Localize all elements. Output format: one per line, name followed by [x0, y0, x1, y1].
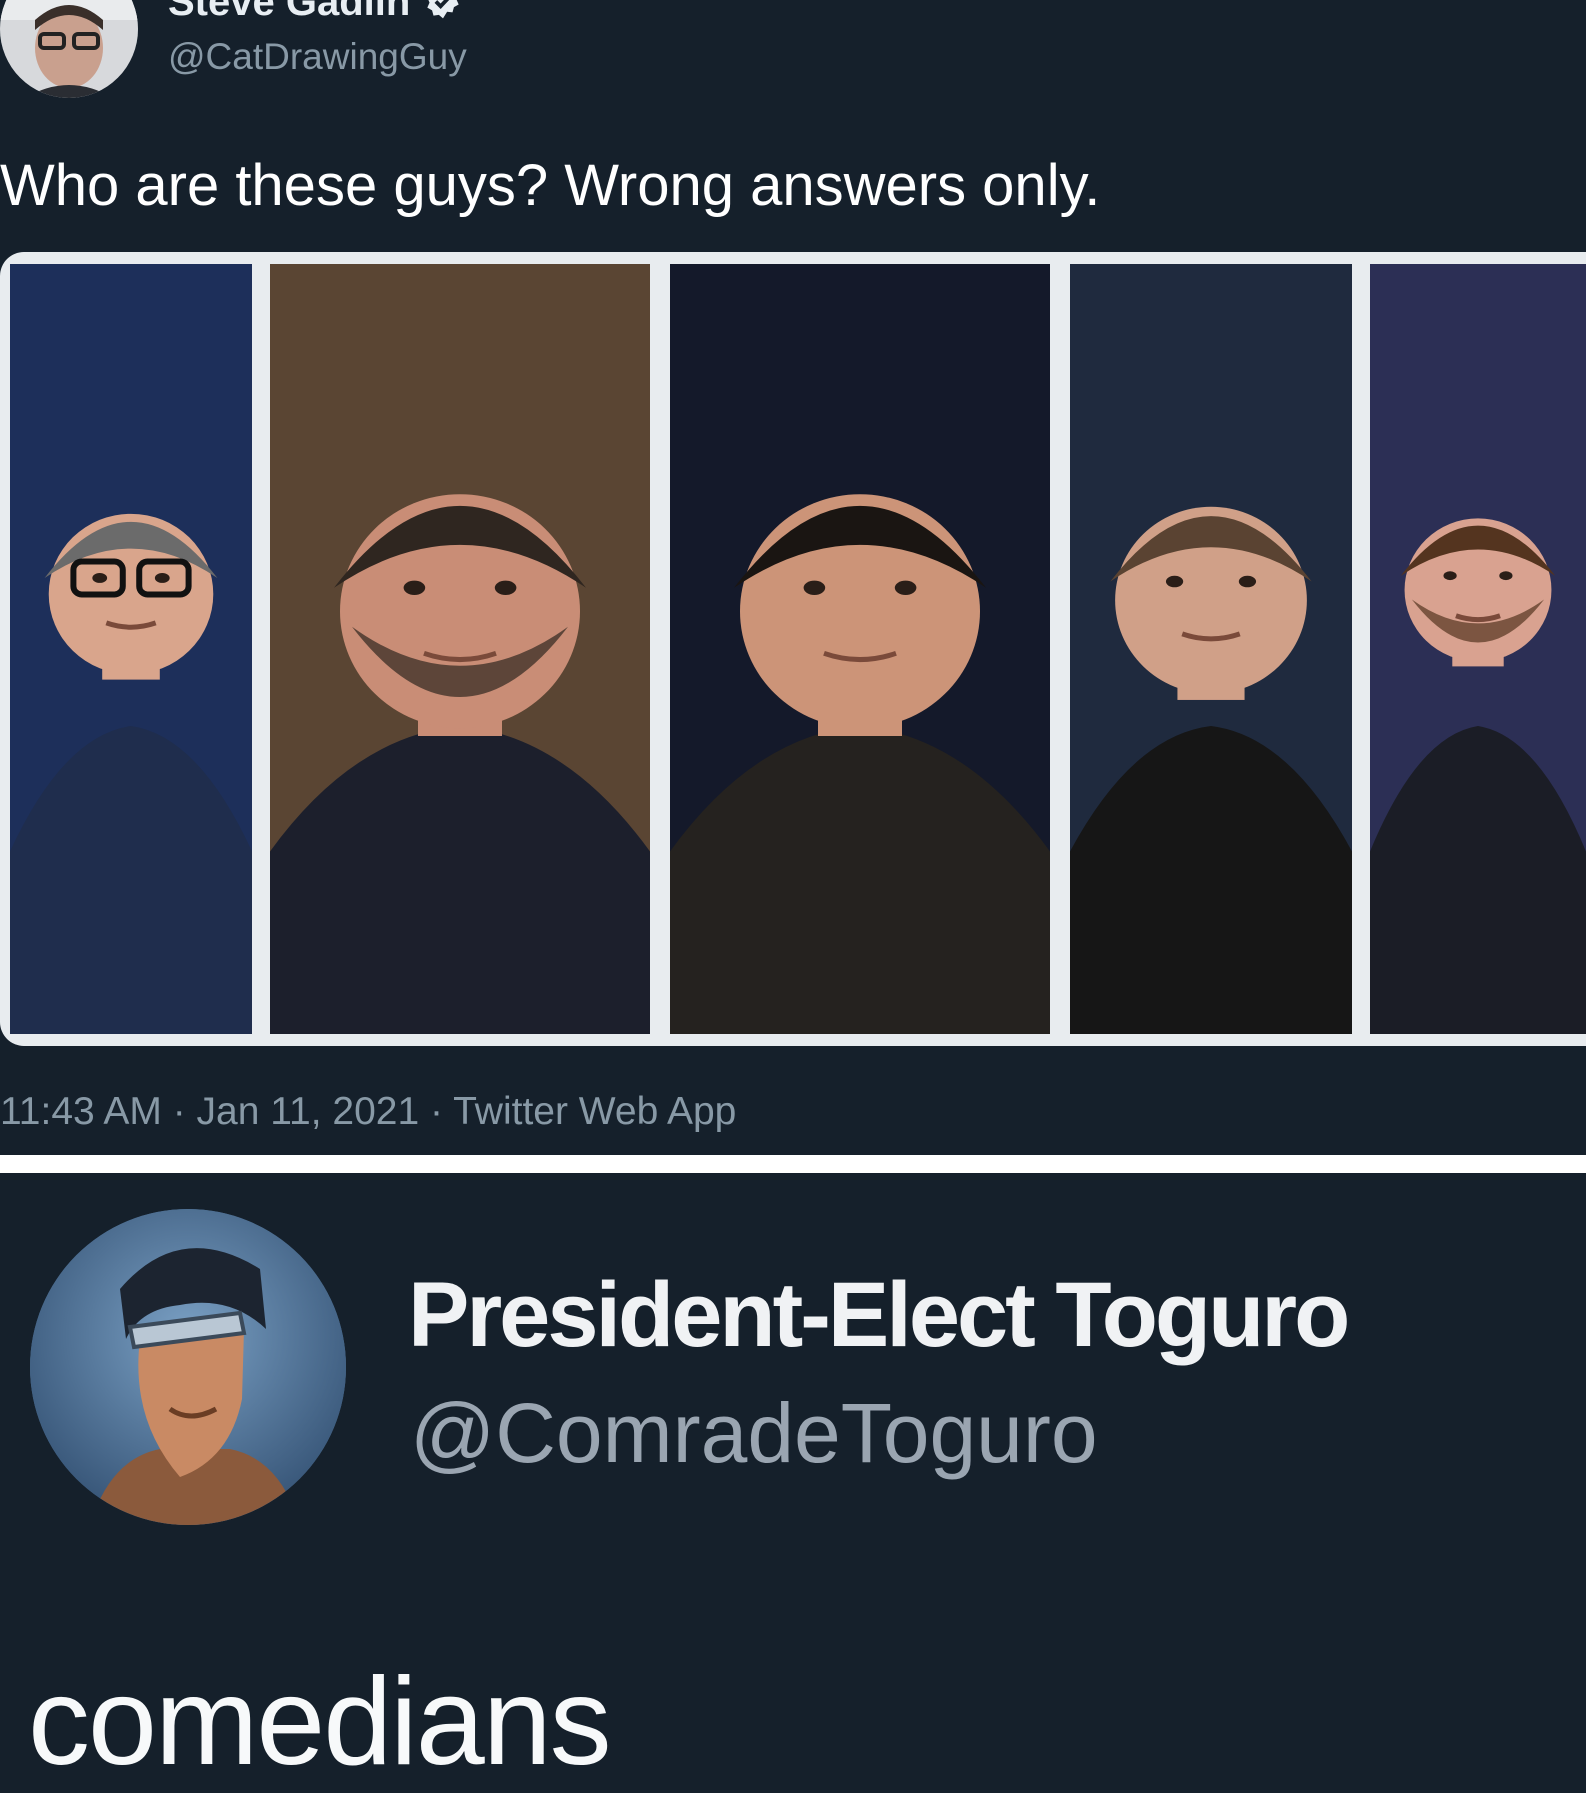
divider — [0, 1155, 1586, 1173]
portrait-eye-left — [92, 573, 108, 583]
portrait-image — [1070, 264, 1352, 1034]
portrait-image — [10, 264, 252, 1034]
verified-badge-icon — [427, 0, 459, 19]
photo-5[interactable] — [1370, 264, 1586, 1034]
photo-3[interactable] — [670, 264, 1050, 1034]
reply-display-name[interactable]: President-Elect Toguro — [408, 1263, 1350, 1368]
photo-4[interactable] — [1070, 264, 1352, 1034]
portrait-eye-left — [803, 580, 826, 595]
portrait-eye-right — [494, 580, 517, 595]
portrait-eye-left — [1443, 571, 1457, 581]
reply-avatar[interactable] — [30, 1209, 346, 1525]
portrait-image — [1370, 264, 1586, 1034]
tweet-timestamp[interactable]: 11:43 AM · Jan 11, 2021 · Twitter Web Ap… — [0, 1090, 736, 1134]
tweet-text: Who are these guys? Wrong answers only. — [0, 153, 1101, 218]
photo-grid[interactable] — [0, 252, 1586, 1046]
portrait-eye-right — [154, 573, 170, 583]
portrait-eye-right — [1499, 571, 1513, 581]
original-tweet: Steve Gadlin @CatDrawingGuy Who are thes… — [0, 0, 1586, 1148]
photo-1[interactable] — [10, 264, 252, 1034]
reply-handle[interactable]: @ComradeToguro — [410, 1385, 1098, 1482]
reply-text: comedians — [28, 1653, 612, 1791]
portrait-eye-right — [1238, 575, 1257, 588]
photo-2[interactable] — [270, 264, 650, 1034]
portrait-image — [270, 264, 650, 1034]
portrait-eye-right — [894, 580, 917, 595]
portrait-image — [670, 264, 1050, 1034]
display-name[interactable]: Steve Gadlin — [168, 0, 410, 25]
portrait-eye-left — [403, 580, 426, 595]
portrait-eye-left — [1165, 575, 1184, 588]
reply-tweet: President-Elect Toguro @ComradeToguro co… — [0, 1173, 1586, 1791]
user-handle[interactable]: @CatDrawingGuy — [168, 36, 467, 78]
user-avatar[interactable] — [0, 0, 138, 98]
